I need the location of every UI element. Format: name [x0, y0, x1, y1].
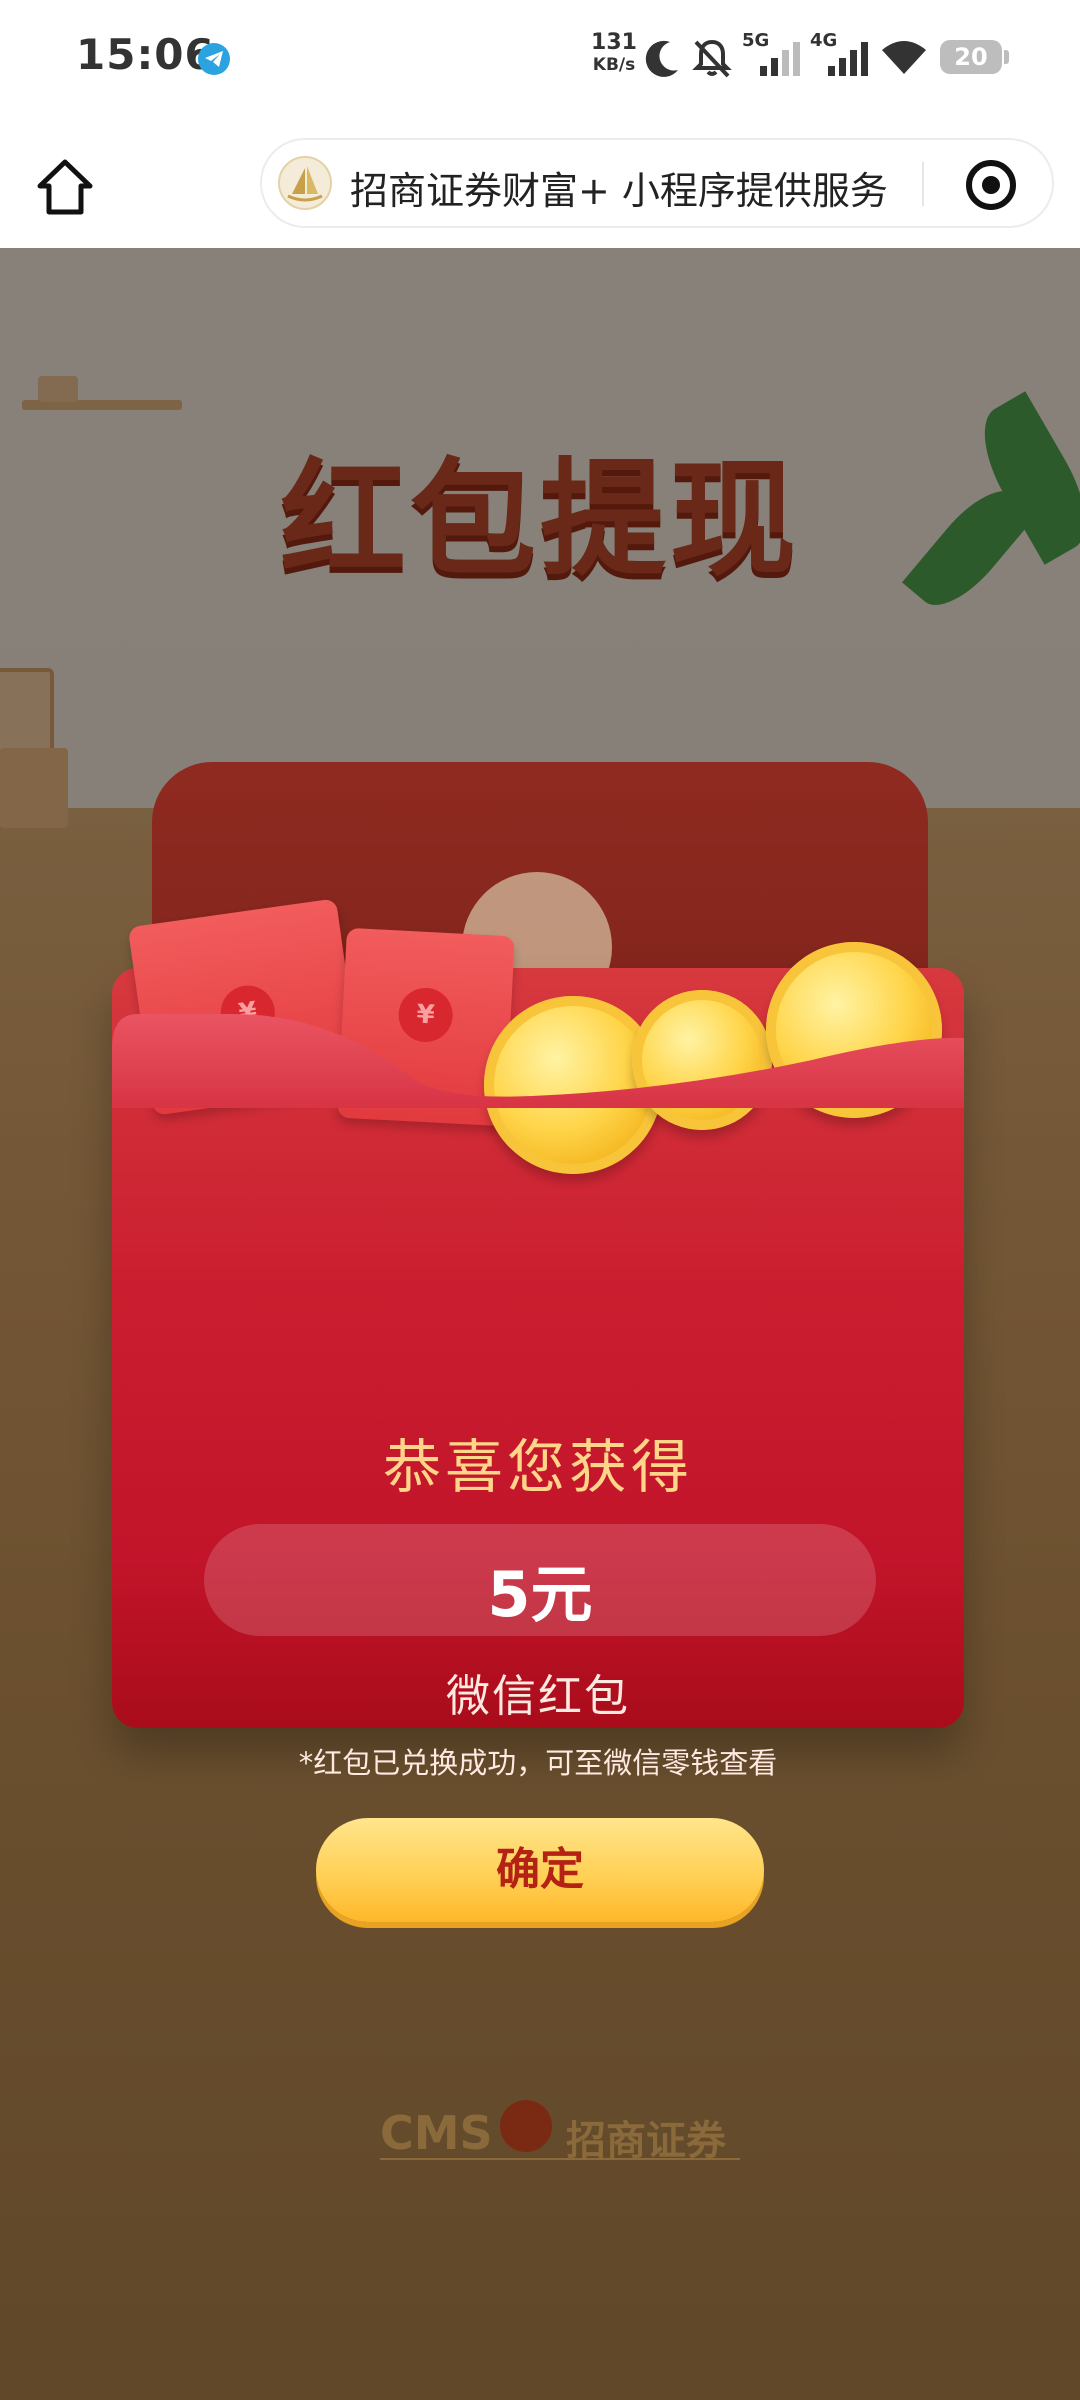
- mini-program-capsule[interactable]: 招商证券财富+ 小程序提供服务: [260, 138, 1054, 228]
- status-bar: 15:06 131 KB/s 5G 4G 20: [0, 0, 1080, 118]
- battery-icon: 20: [940, 40, 1009, 74]
- telegram-icon: [198, 43, 230, 75]
- red-packet-flap: [112, 1014, 964, 1108]
- congrats-text: 恭喜您获得: [382, 1433, 693, 1501]
- bell-muted-icon: [692, 39, 732, 78]
- network-speed-unit: KB/s: [592, 55, 636, 75]
- target-icon[interactable]: [966, 160, 1016, 210]
- wifi-icon: [882, 41, 926, 74]
- mini-program-navbar: 招商证券财富+ 小程序提供服务: [0, 118, 1080, 248]
- signal-5g-icon: [760, 42, 800, 76]
- prize-amount: 5元: [487, 1558, 593, 1631]
- cms-logo-underline: [380, 2158, 740, 2160]
- capsule-divider: [922, 162, 924, 206]
- cms-logo-en: CMS: [380, 2106, 493, 2160]
- cms-emblem-icon: [500, 2100, 552, 2152]
- redeem-note: *红包已兑换成功，可至微信零钱查看: [298, 1746, 778, 1780]
- confirm-button[interactable]: 确定: [316, 1818, 764, 1922]
- network-speed: 131 KB/s: [586, 32, 642, 76]
- signal-4g-icon: [828, 42, 868, 76]
- cms-app-logo-icon: [278, 156, 332, 210]
- cms-footer-logo: CMS 招商证券: [380, 2100, 740, 2164]
- mini-program-title: 招商证券财富+ 小程序提供服务: [350, 169, 888, 213]
- status-time: 15:06: [76, 30, 215, 79]
- network-speed-value: 131: [591, 30, 637, 55]
- prize-type: 微信红包: [446, 1671, 630, 1722]
- home-icon[interactable]: [34, 156, 96, 218]
- page-content: 红包提现 ¥ ¥ 恭喜您获得 5元 微信红包 *红包已兑换成功，可至微信零钱查看…: [0, 248, 1080, 2400]
- moon-icon: [645, 40, 678, 77]
